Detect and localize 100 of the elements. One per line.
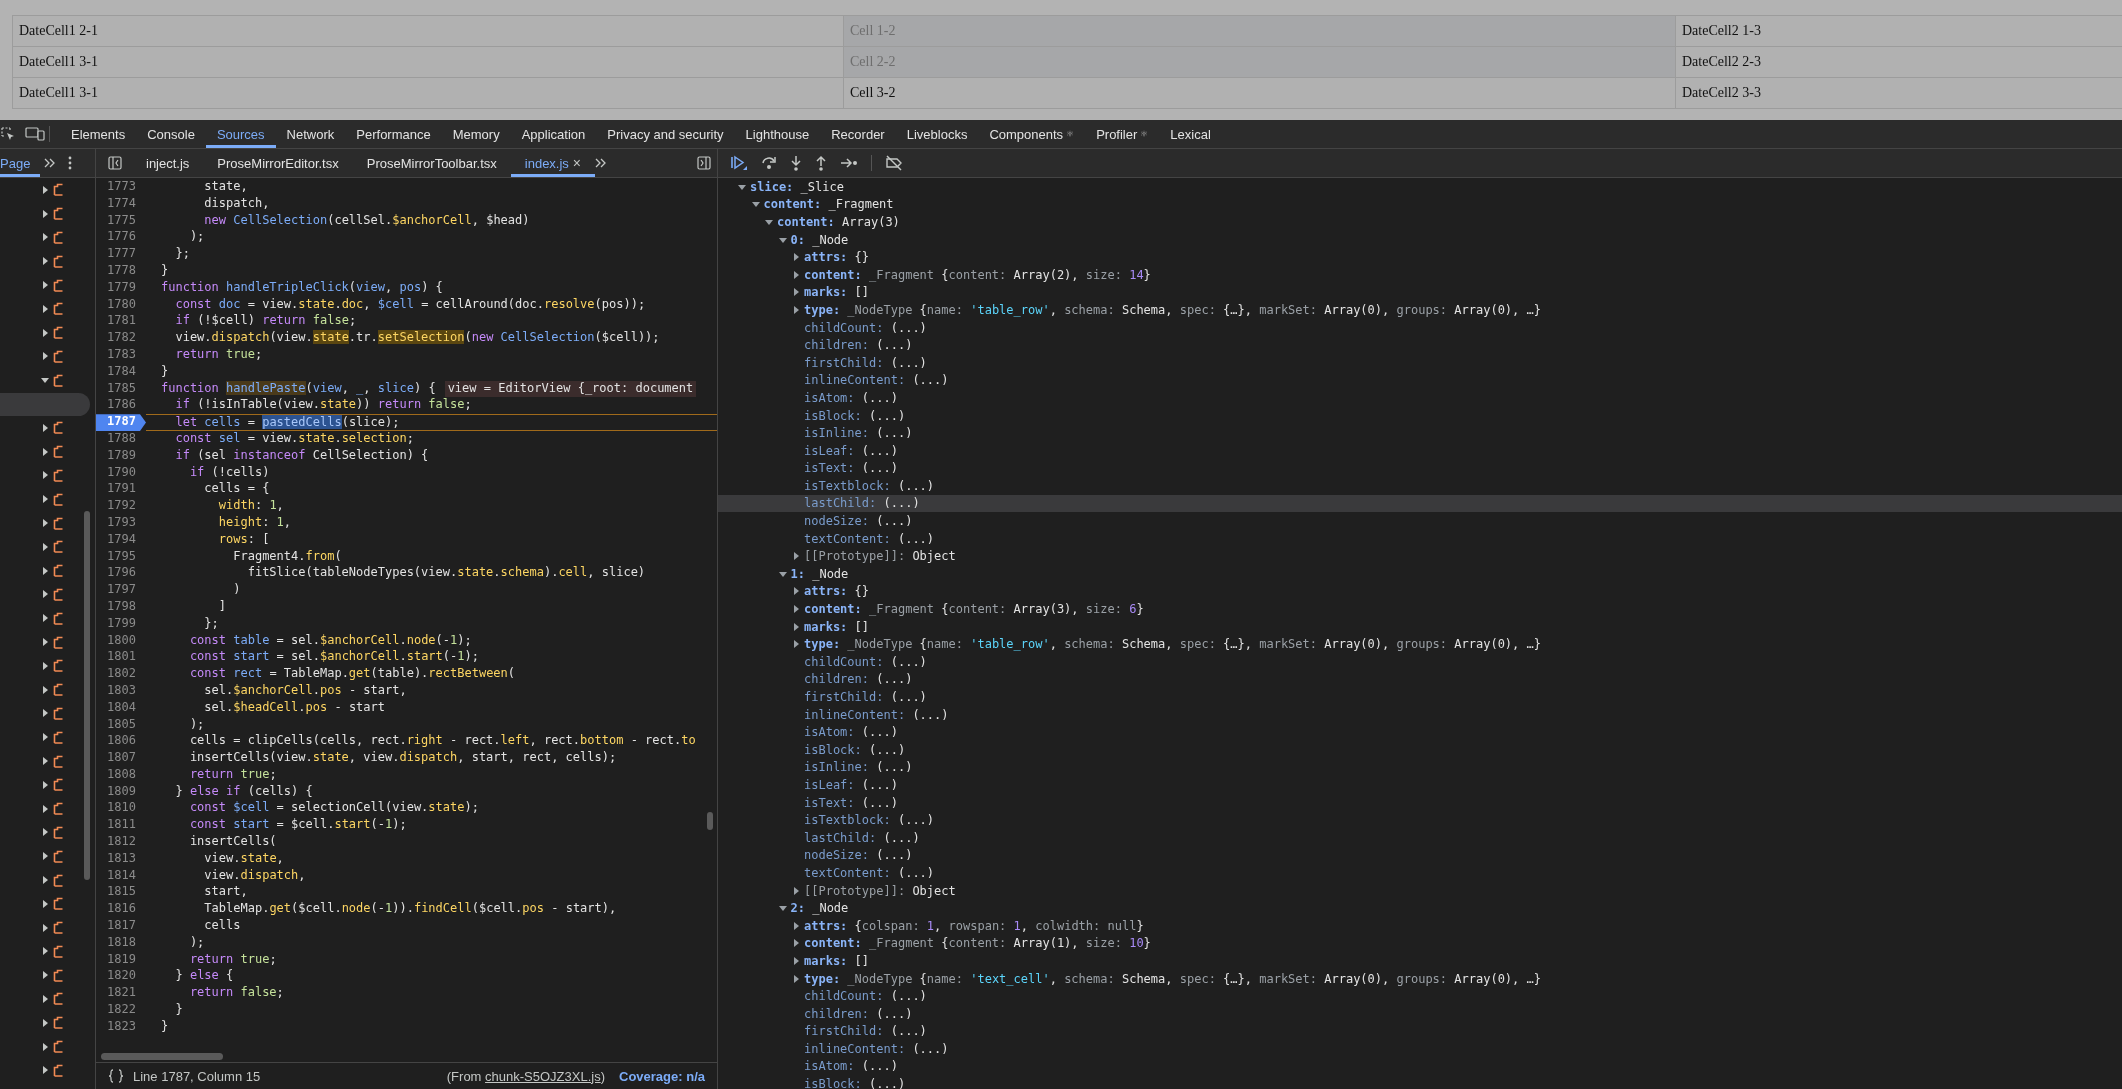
scrollbar[interactable] (707, 812, 713, 830)
panel-tab[interactable]: Liveblocks (895, 120, 979, 148)
line-number[interactable]: 1780 (96, 296, 146, 314)
expand-arrow-icon[interactable] (751, 200, 760, 209)
expand-arrow-icon[interactable] (41, 923, 49, 932)
line-number[interactable]: 1777 (96, 246, 146, 263)
line-number[interactable]: 1816 (96, 901, 146, 919)
line-number[interactable]: 1796 (96, 565, 146, 583)
frame-icon[interactable] (53, 587, 64, 601)
expand-arrow-icon[interactable] (41, 638, 49, 647)
deactivate-breakpoints-icon[interactable] (885, 155, 903, 171)
expand-arrow-icon[interactable] (792, 587, 800, 596)
expand-arrow-icon[interactable] (41, 733, 49, 742)
frame-icon[interactable] (53, 706, 64, 720)
panel-tab[interactable]: Privacy and security (596, 120, 735, 148)
frame-icon[interactable] (53, 683, 64, 697)
line-number[interactable]: 1784 (96, 363, 146, 381)
line-number[interactable]: 1823 (96, 1018, 146, 1036)
line-number[interactable]: 1792 (96, 498, 146, 515)
more-options-icon[interactable] (68, 156, 73, 170)
frame-icon[interactable] (53, 278, 64, 292)
line-number[interactable]: 1798 (96, 598, 146, 616)
frame-icon[interactable] (53, 659, 64, 673)
frame-icon[interactable] (53, 1016, 64, 1030)
step-out-icon[interactable] (815, 155, 827, 171)
line-number[interactable]: 1818 (96, 934, 146, 952)
line-number[interactable]: 1821 (96, 985, 146, 1003)
expand-arrow-icon[interactable] (41, 233, 49, 242)
expand-arrow-icon[interactable] (792, 622, 800, 631)
line-number[interactable]: 1806 (96, 733, 146, 751)
line-number[interactable]: 1775 (96, 212, 146, 230)
expand-arrow-icon[interactable] (41, 281, 49, 290)
inspect-icon[interactable] (1, 127, 15, 141)
line-number[interactable]: 1801 (96, 649, 146, 667)
expand-arrow-icon[interactable] (41, 971, 49, 980)
more-tabs-icon[interactable] (44, 158, 56, 168)
frame-icon[interactable] (53, 516, 64, 530)
expand-arrow-icon[interactable] (41, 542, 49, 551)
expand-arrow-icon[interactable] (41, 780, 49, 789)
line-number[interactable]: 1773 (96, 179, 146, 196)
expand-arrow-icon[interactable] (778, 235, 787, 244)
line-number[interactable]: 1802 (96, 666, 146, 683)
line-number[interactable]: 1786 (96, 397, 146, 415)
line-number[interactable]: 1804 (96, 699, 146, 717)
line-number[interactable]: 1776 (96, 229, 146, 247)
file-tab[interactable]: inject.js (132, 149, 204, 177)
line-number[interactable]: 1820 (96, 968, 146, 986)
line-number[interactable]: 1779 (96, 279, 146, 297)
expand-arrow-icon[interactable] (738, 182, 746, 191)
frame-icon[interactable] (53, 921, 64, 935)
line-number[interactable]: 1808 (96, 766, 146, 784)
line-number[interactable]: 1794 (96, 531, 146, 549)
expand-arrow-icon[interactable] (792, 939, 800, 948)
frame-icon[interactable] (53, 1040, 64, 1054)
coverage-link[interactable]: Coverage: n/a (619, 1068, 705, 1084)
frame-icon[interactable] (53, 635, 64, 649)
expand-arrow-icon[interactable] (41, 1066, 49, 1075)
line-number[interactable]: 1781 (96, 313, 146, 331)
frame-icon[interactable] (53, 421, 64, 435)
hovered-row[interactable]: lastChild: (...) (718, 494, 2122, 513)
expand-arrow-icon[interactable] (792, 305, 800, 314)
line-number[interactable]: 1803 (96, 682, 146, 700)
expand-arrow-icon[interactable] (41, 685, 49, 694)
expand-arrow-icon[interactable] (41, 352, 49, 361)
expand-arrow-icon[interactable] (41, 828, 49, 837)
expand-arrow-icon[interactable] (41, 899, 49, 908)
line-number[interactable]: 1814 (96, 867, 146, 885)
expand-arrow-icon[interactable] (41, 876, 49, 884)
expand-arrow-icon[interactable] (41, 661, 49, 670)
expand-arrow-icon[interactable] (41, 995, 49, 1003)
line-number[interactable]: 1805 (96, 716, 146, 734)
expand-arrow-icon[interactable] (41, 614, 49, 623)
expand-arrow-icon[interactable] (792, 253, 800, 262)
expand-arrow-icon[interactable] (41, 852, 49, 861)
panel-tab[interactable]: Console (136, 120, 206, 148)
line-number[interactable]: 1785 (96, 380, 146, 398)
expand-arrow-icon[interactable] (41, 519, 49, 528)
line-number[interactable]: 1793 (96, 514, 146, 532)
line-number[interactable]: 1795 (96, 548, 146, 566)
line-number[interactable]: 1787 (96, 414, 146, 431)
expand-arrow-icon[interactable] (792, 640, 800, 649)
frame-icon[interactable] (53, 254, 64, 268)
file-tab[interactable]: index.js × (510, 149, 596, 177)
line-number[interactable]: 1811 (96, 817, 146, 835)
frame-icon[interactable] (53, 445, 64, 459)
line-number[interactable]: 1791 (96, 481, 146, 499)
frame-icon[interactable] (53, 302, 64, 316)
frame-icon[interactable] (53, 611, 64, 625)
line-number[interactable]: 1800 (96, 632, 146, 650)
frame-icon[interactable] (53, 468, 64, 482)
expand-arrow-icon[interactable] (41, 709, 49, 718)
line-number[interactable]: 1788 (96, 430, 146, 448)
expand-arrow-icon[interactable] (41, 1042, 49, 1051)
line-number[interactable]: 1789 (96, 447, 146, 465)
frame-icon[interactable] (53, 540, 64, 554)
expand-arrow-icon[interactable] (41, 257, 49, 266)
line-number[interactable]: 1783 (96, 346, 146, 364)
scrollbar[interactable] (101, 1053, 223, 1060)
frame-icon[interactable] (53, 349, 64, 363)
line-number[interactable]: 1812 (96, 834, 146, 851)
